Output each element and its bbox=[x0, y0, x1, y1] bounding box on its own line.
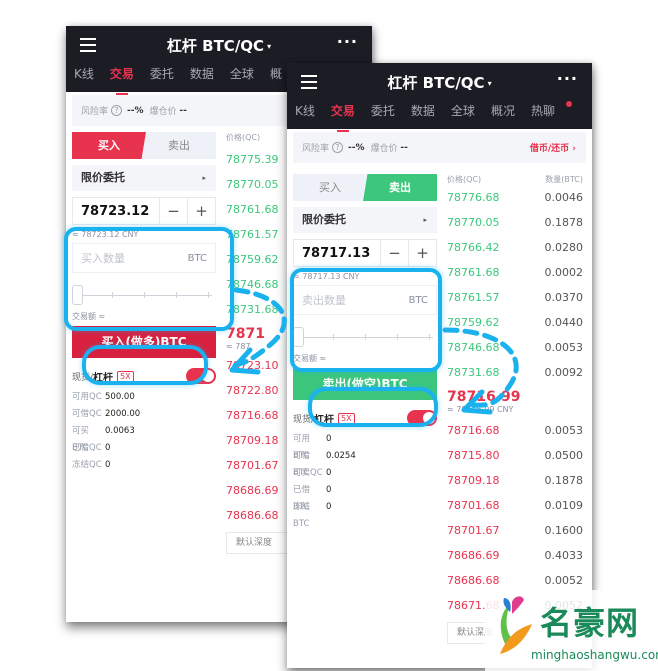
annotation-arrows bbox=[229, 287, 519, 415]
arrow-head-sell bbox=[461, 389, 493, 415]
watermark-name: 名豪网 bbox=[540, 604, 640, 642]
watermark-logo-icon bbox=[500, 596, 532, 654]
watermark: 名豪网 minghaoshangwu.com bbox=[485, 590, 658, 671]
dashed-arrow-buy bbox=[229, 287, 287, 371]
watermark-url: minghaoshangwu.com bbox=[531, 648, 658, 662]
